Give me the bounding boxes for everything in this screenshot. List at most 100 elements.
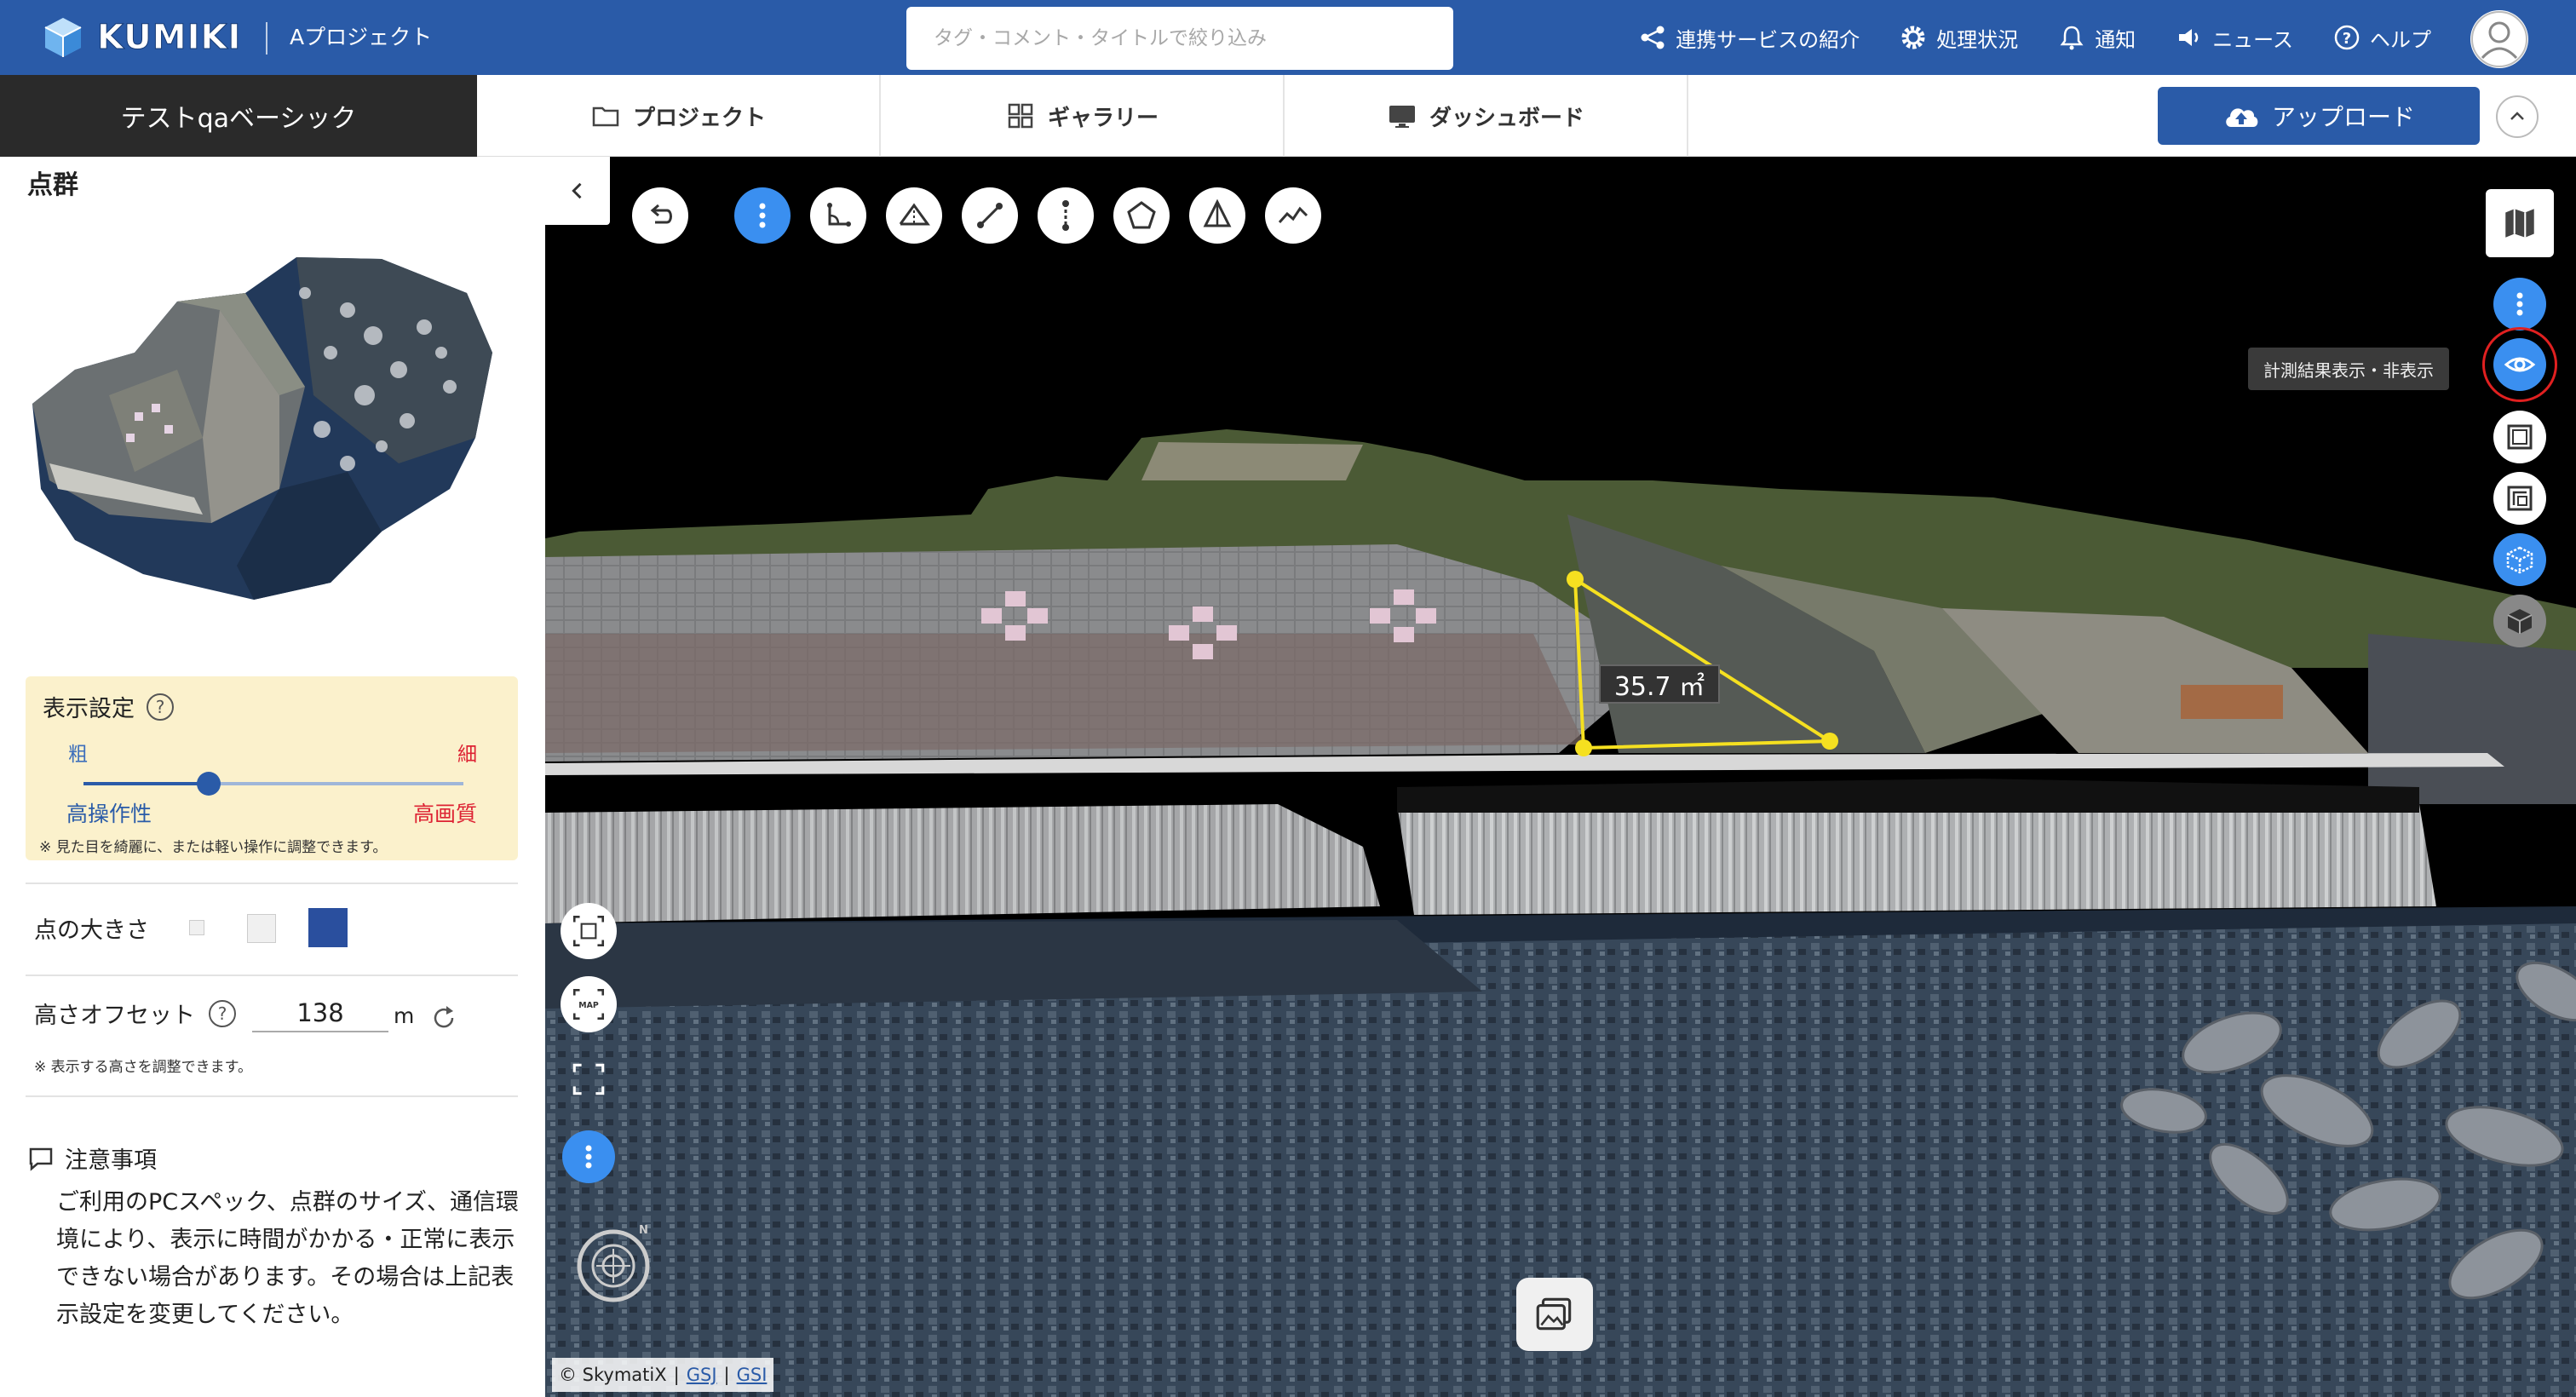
solid-cube-button[interactable]: [2493, 595, 2546, 647]
measurement-visibility-toggle[interactable]: [2493, 338, 2546, 391]
compass-north-label: N: [639, 1224, 648, 1237]
height-offset-unit: m: [394, 1003, 415, 1028]
cube-icon: [2507, 609, 2533, 634]
map-mode-label: MAP: [578, 1001, 599, 1010]
nav-integrations[interactable]: 連携サービスの紹介: [1638, 23, 1860, 53]
attribution-link-gsi[interactable]: GSI: [737, 1365, 768, 1385]
logo-text: KUMIKI: [96, 18, 242, 58]
point-cloud-scene: [545, 429, 2576, 1397]
reset-icon[interactable]: [429, 1003, 458, 1032]
divider: [26, 1095, 518, 1097]
fullscreen-button[interactable]: [561, 1051, 617, 1107]
layers-icon: [2507, 486, 2533, 511]
fullscreen-icon: [572, 1063, 605, 1095]
map-mode-button[interactable]: MAP: [561, 976, 617, 1032]
folder-icon: [592, 106, 619, 127]
top-bar: KUMIKI Aプロジェクト 連携サービスの紹介 処理状況 通知 ニュース ? …: [0, 0, 2576, 75]
height-offset-note: ※ 表示する高さを調整できます。: [34, 1059, 252, 1076]
nav-integrations-label: 連携サービスの紹介: [1676, 27, 1860, 52]
nav-help-label: ヘルプ: [2370, 27, 2431, 52]
vertical-dots-icon: [2516, 292, 2523, 316]
nav-news-label: ニュース: [2212, 27, 2293, 52]
caution-text: ご利用のPCスペック、点群のサイズ、通信環境により、表示に時間がかかる・正常に表…: [56, 1189, 520, 1328]
point-cloud-viewer[interactable]: 35.7 ㎡ 計測結果表示・非表示 MAP N © SkymatiX | GSJ…: [545, 157, 2576, 1397]
nav-processing-label: 処理状況: [1936, 27, 2019, 52]
nav-notifications[interactable]: 通知: [2057, 23, 2136, 53]
elevation-icon: [899, 203, 930, 226]
layers-view-button[interactable]: [2493, 472, 2546, 525]
performance-label: 高操作性: [66, 802, 152, 826]
attribution-link-gsj[interactable]: GSJ: [687, 1365, 717, 1385]
upload-button[interactable]: アップロード: [2158, 87, 2480, 145]
nav-help[interactable]: ? ヘルプ: [2332, 23, 2431, 53]
nav-processing[interactable]: 処理状況: [1899, 23, 2018, 53]
monitor-icon: [1389, 106, 1415, 128]
point-size-medium[interactable]: [247, 914, 276, 943]
sub-bar: テストqaベーシック プロジェクト ギャラリー ダッシュボード アップロード: [0, 75, 2576, 157]
undo-tool-button[interactable]: [632, 187, 688, 244]
angle-icon: [827, 203, 851, 227]
rotate-view-button[interactable]: [561, 903, 617, 959]
tab-dashboard[interactable]: ダッシュボード: [1285, 75, 1688, 157]
point-cloud-cube-button[interactable]: [2493, 533, 2546, 586]
help-icon: ?: [2334, 25, 2360, 50]
user-icon: [2471, 11, 2527, 67]
map-view-button[interactable]: [2486, 189, 2554, 257]
nav-notifications-label: 通知: [2095, 27, 2136, 52]
height-offset-title: 高さオフセット ?: [34, 997, 236, 1030]
left-more-button[interactable]: [562, 1130, 615, 1183]
dotted-cube-icon: [2506, 546, 2533, 574]
help-icon[interactable]: ?: [209, 999, 236, 1027]
height-tool-button[interactable]: [886, 187, 942, 244]
height-offset-input[interactable]: [252, 995, 388, 1032]
project-name[interactable]: Aプロジェクト: [290, 22, 432, 53]
quality-slider[interactable]: [83, 772, 463, 796]
display-settings-panel: 表示設定 ? 粗 細 高操作性 高画質 ※ 見た目を綺麗に、または軽い操作に調整…: [26, 676, 518, 860]
profile-tool-button[interactable]: [1265, 187, 1321, 244]
height-offset-label: 高さオフセット: [34, 1003, 195, 1029]
collapse-header-button[interactable]: [2496, 95, 2539, 138]
attribution-separator: |: [723, 1365, 730, 1385]
search-input[interactable]: [906, 7, 1453, 70]
tab-project[interactable]: プロジェクト: [477, 75, 881, 157]
collapse-sidebar-button[interactable]: [545, 157, 610, 225]
eye-icon: [2504, 357, 2536, 372]
gear-icon: [1901, 26, 1925, 49]
tab-dashboard-label: ダッシュボード: [1429, 105, 1584, 131]
compass-icon[interactable]: N: [572, 1223, 654, 1305]
divider: [26, 882, 518, 884]
frame-view-button[interactable]: [2493, 411, 2546, 463]
right-more-button[interactable]: [2493, 278, 2546, 331]
comment-icon: [29, 1147, 53, 1171]
point-cloud-thumbnail: [32, 257, 492, 600]
user-avatar[interactable]: [2470, 10, 2528, 68]
settings-sidebar: 点群 表示設定 ? 粗 細 高操作性 高画質 ※ 見た目を綺麗に、または軽い操作…: [0, 157, 545, 1397]
attribution-copyright: © SkymatiX: [559, 1365, 667, 1385]
tab-gallery[interactable]: ギャラリー: [881, 75, 1285, 157]
area-tool-button[interactable]: [1113, 187, 1170, 244]
caution-label: 注意事項: [65, 1147, 157, 1174]
distance-tool-button[interactable]: [962, 187, 1018, 244]
line-icon: [977, 203, 1003, 228]
upload-label: アップロード: [2271, 103, 2415, 131]
help-icon[interactable]: ?: [147, 693, 174, 721]
screenshot-gallery-button[interactable]: [1516, 1278, 1593, 1351]
more-tools-button[interactable]: [734, 187, 791, 244]
fine-label: 細: [457, 744, 477, 766]
display-settings-title: 表示設定 ?: [43, 690, 174, 723]
quality-slider-thumb[interactable]: [197, 772, 221, 796]
display-settings-note: ※ 見た目を綺麗に、または軽い操作に調整できます。: [39, 839, 388, 856]
pentagon-icon: [1127, 201, 1156, 229]
point-size-small[interactable]: [189, 920, 204, 935]
point-size-large[interactable]: [308, 908, 348, 947]
nav-news[interactable]: ニュース: [2175, 23, 2293, 53]
angle-tool-button[interactable]: [810, 187, 866, 244]
vertical-distance-tool-button[interactable]: [1038, 187, 1094, 244]
kumiki-logo[interactable]: KUMIKI: [41, 15, 241, 60]
current-dataset-tab[interactable]: テストqaベーシック: [0, 75, 477, 157]
point-size-label: 点の大きさ: [34, 917, 149, 944]
tab-gallery-label: ギャラリー: [1047, 105, 1159, 131]
coarse-label: 粗: [68, 744, 88, 766]
volume-tool-button[interactable]: [1189, 187, 1245, 244]
megaphone-icon: [2179, 29, 2199, 46]
